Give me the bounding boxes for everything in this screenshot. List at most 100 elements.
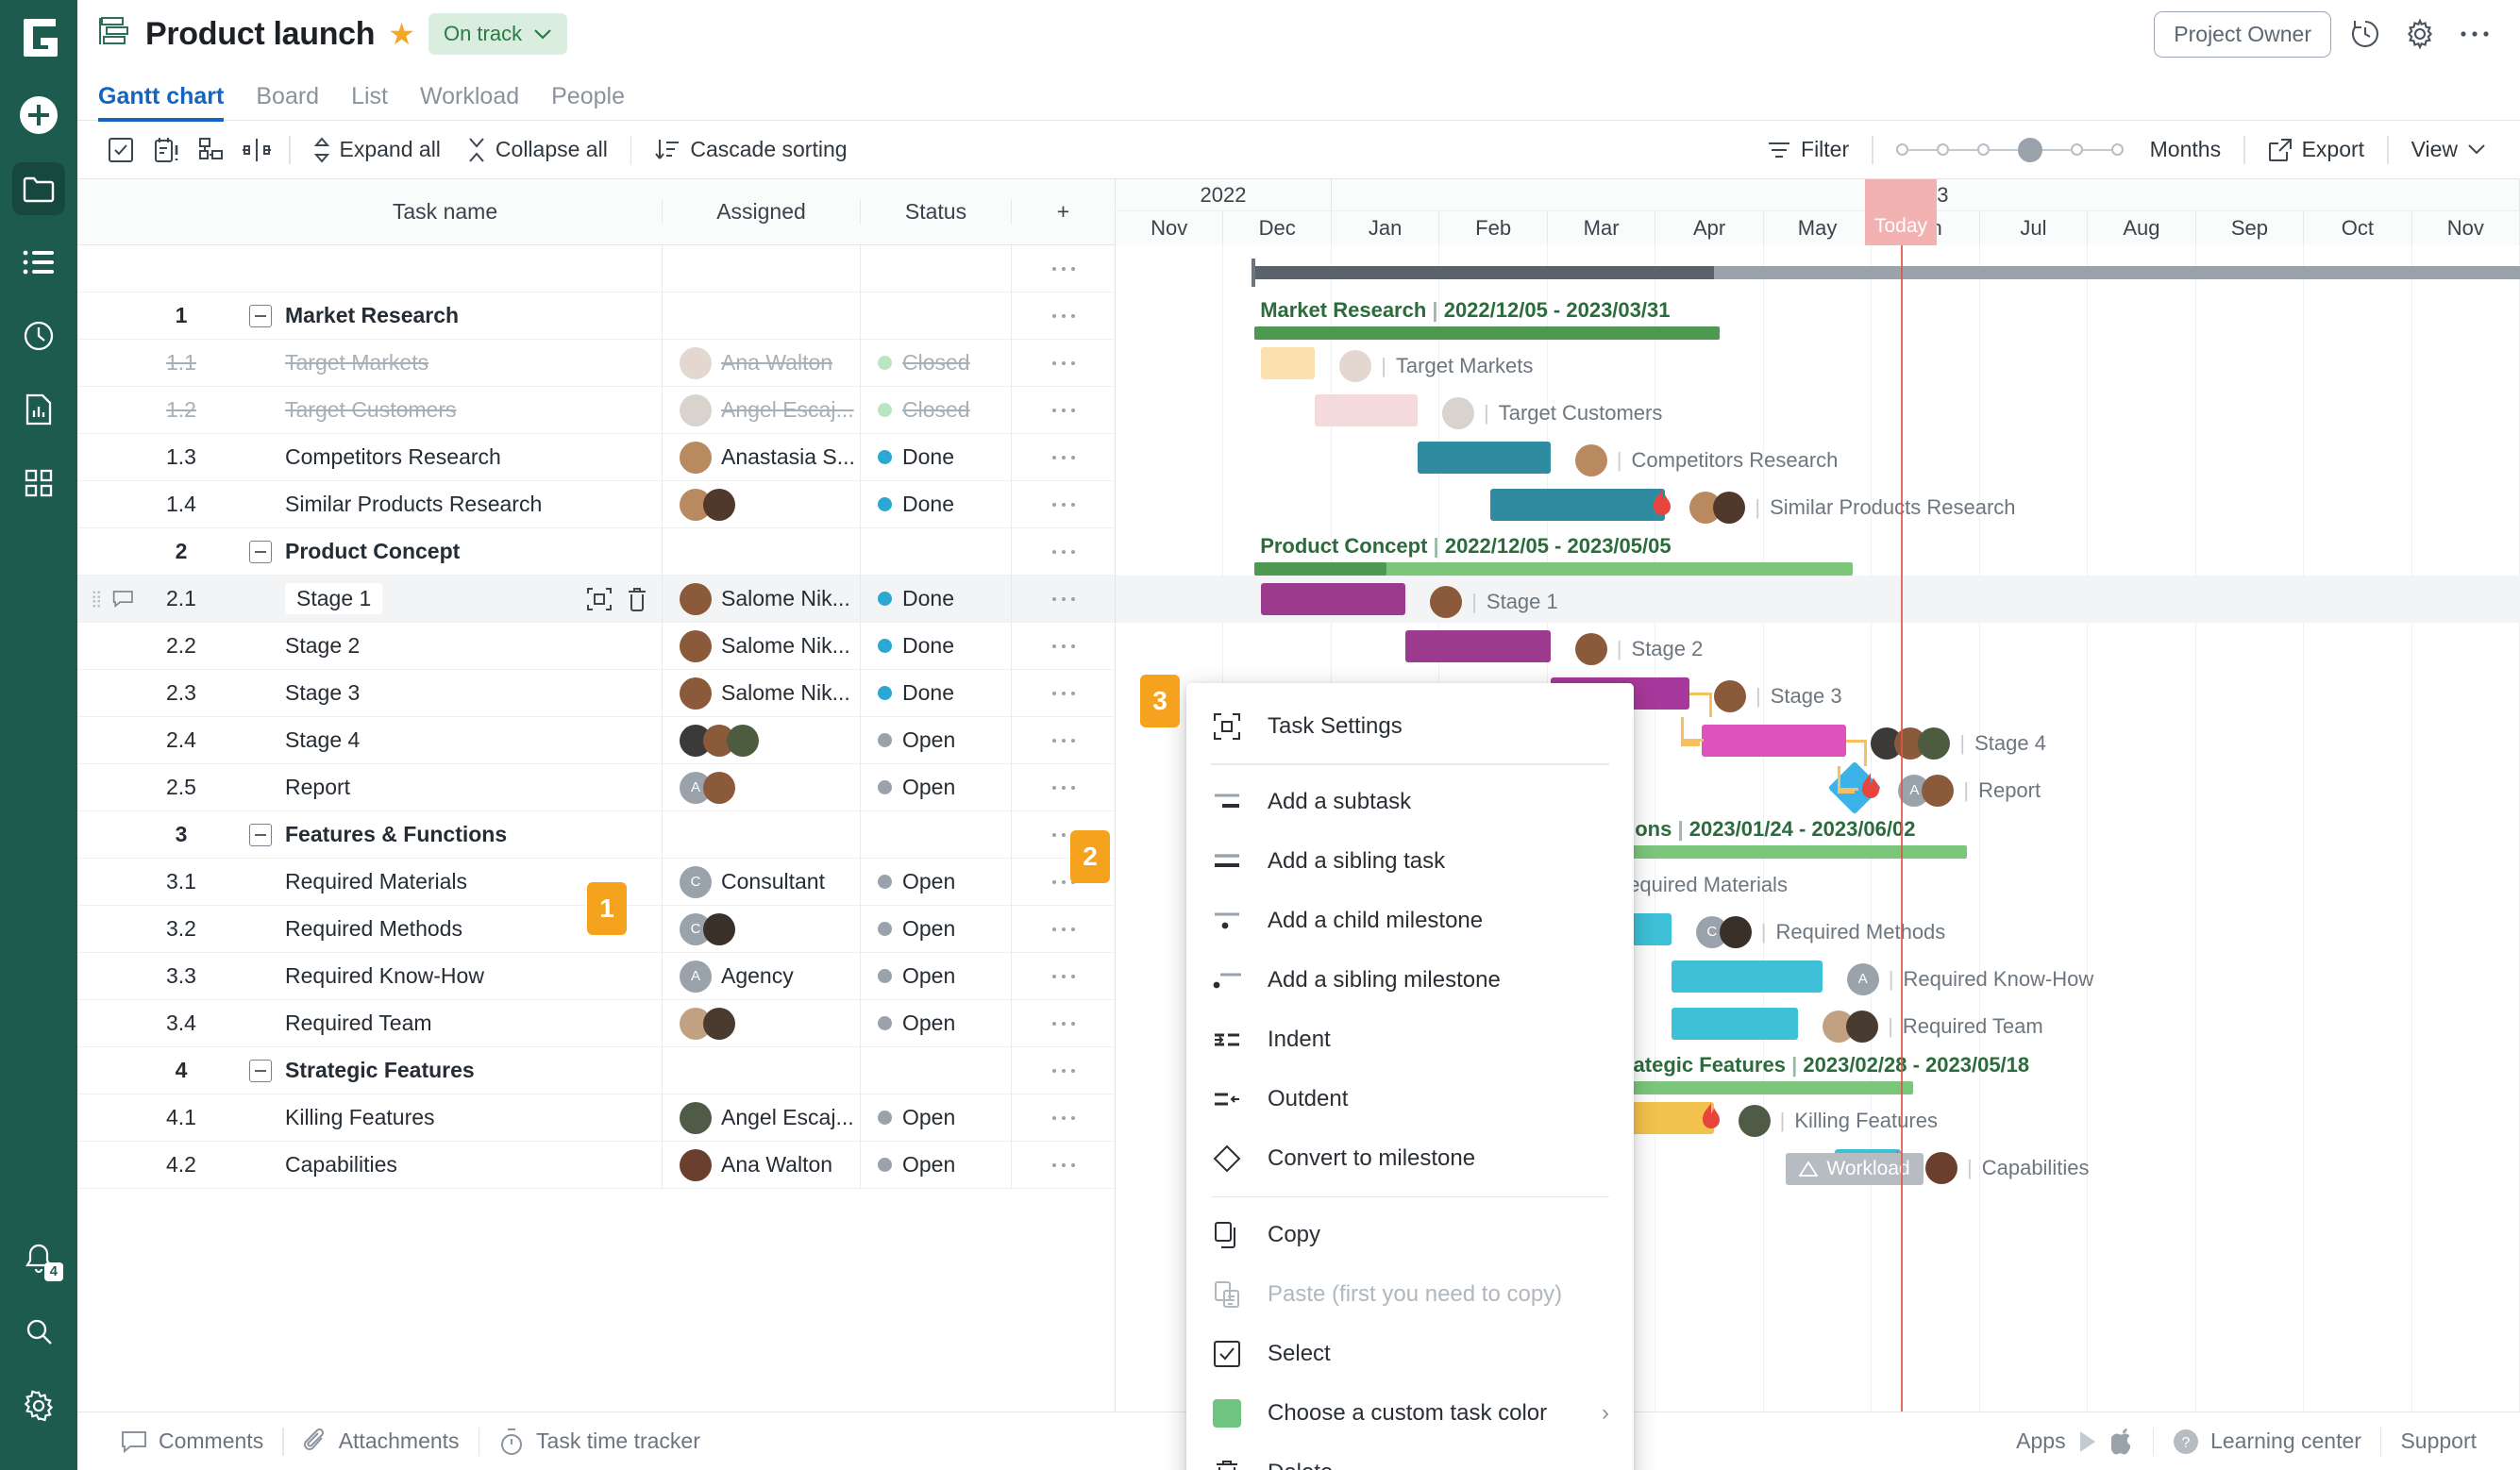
avatar[interactable]: A: [1846, 963, 1879, 995]
chevron-right-icon[interactable]: ›: [1602, 1400, 1609, 1427]
apps-group[interactable]: Apps: [1997, 1428, 2152, 1455]
search-button[interactable]: [12, 1306, 65, 1359]
row-menu-button[interactable]: [1011, 952, 1115, 1000]
table-row[interactable]: 4.2 Capabilities Ana Walton Open: [77, 1141, 1115, 1189]
avatar[interactable]: C: [680, 865, 712, 898]
star-icon[interactable]: ★: [388, 19, 415, 49]
task-name-cell[interactable]: Target Customers: [228, 397, 662, 423]
table-row[interactable]: 1.1 Target Markets Ana Walton Closed: [77, 339, 1115, 387]
collapse-toggle-icon[interactable]: [249, 304, 272, 327]
table-row[interactable]: 1.2 Target Customers Angel Escaj... Closed: [77, 386, 1115, 434]
status-cell[interactable]: Open: [860, 905, 1011, 953]
tab-people[interactable]: People: [551, 83, 625, 120]
row-menu-button[interactable]: [1011, 527, 1115, 576]
ellipsis-icon[interactable]: [2454, 13, 2495, 55]
expand-all-button[interactable]: Expand all: [300, 136, 454, 163]
collapse-toggle-icon[interactable]: [249, 1059, 272, 1082]
avatar[interactable]: [680, 393, 712, 426]
assigned-cell[interactable]: [662, 999, 860, 1047]
col-assigned[interactable]: Assigned: [662, 199, 860, 225]
comments-button[interactable]: Comments: [102, 1428, 282, 1454]
task-name-cell[interactable]: Stage 1: [228, 583, 662, 614]
assigned-cell[interactable]: Anastasia S...: [662, 433, 860, 481]
avatar[interactable]: [1430, 586, 1463, 618]
gantt-task-bar[interactable]: [1405, 630, 1551, 662]
tab-list[interactable]: List: [351, 83, 388, 120]
avatar[interactable]: [1846, 1011, 1879, 1043]
assigned-cell[interactable]: Angel Escaj...: [662, 1094, 860, 1142]
status-cell[interactable]: Done: [860, 622, 1011, 670]
row-menu-button[interactable]: [1011, 244, 1115, 292]
status-cell[interactable]: Done: [860, 480, 1011, 528]
support-button[interactable]: Support: [2381, 1428, 2495, 1454]
status-cell[interactable]: [860, 810, 1011, 859]
assigned-cell[interactable]: Ana Walton: [662, 1141, 860, 1189]
assigned-cell[interactable]: Salome Nik...: [662, 622, 860, 670]
gantt-summary-bar[interactable]: [1599, 1081, 1913, 1094]
status-badge[interactable]: On track: [428, 13, 568, 55]
avatar[interactable]: [680, 441, 712, 474]
table-row[interactable]: ⣿ 2.1 Stage 1 Salome Nik... Done: [77, 575, 1115, 623]
assigned-cell[interactable]: Salome Nik...: [662, 575, 860, 623]
task-name-cell[interactable]: Stage 3: [228, 680, 662, 706]
assigned-cell[interactable]: Salome Nik...: [662, 669, 860, 717]
filter-button[interactable]: Filter: [1754, 137, 1862, 162]
gantt-task-bar[interactable]: [1260, 583, 1406, 615]
status-cell[interactable]: [860, 292, 1011, 340]
assigned-cell[interactable]: [662, 527, 860, 576]
avatar[interactable]: [1719, 916, 1752, 948]
task-name-cell[interactable]: Features & Functions: [228, 822, 662, 847]
gantt-task-bar[interactable]: [1418, 442, 1551, 474]
row-menu-button[interactable]: [1011, 480, 1115, 528]
assigned-cell[interactable]: A: [662, 763, 860, 811]
hierarchy-icon[interactable]: [189, 127, 234, 173]
context-menu-item-indent[interactable]: Indent: [1186, 1011, 1634, 1070]
status-cell[interactable]: Done: [860, 575, 1011, 623]
row-menu-button[interactable]: [1011, 905, 1115, 953]
context-menu-item-select[interactable]: Select: [1186, 1324, 1634, 1383]
status-cell[interactable]: [860, 1046, 1011, 1094]
avatar[interactable]: [680, 346, 712, 379]
table-row[interactable]: 3 Features & Functions: [77, 810, 1115, 859]
sidebar-item-projects[interactable]: [12, 162, 65, 215]
context-menu-item-add-a-subtask[interactable]: Add a subtask: [1186, 773, 1634, 832]
table-row[interactable]: 3.4 Required Team Open: [77, 999, 1115, 1047]
attachments-button[interactable]: Attachments: [284, 1428, 479, 1455]
drag-dots[interactable]: ⣿: [91, 591, 103, 607]
table-row[interactable]: 2.4 Stage 4 Open: [77, 716, 1115, 764]
avatar[interactable]: [680, 582, 712, 615]
gantt-task-bar[interactable]: [1671, 961, 1823, 993]
zoom-step-1[interactable]: [1936, 143, 1949, 156]
gantt-task-bar[interactable]: [1315, 394, 1418, 426]
tab-workload[interactable]: Workload: [420, 83, 519, 120]
avatar[interactable]: [1339, 350, 1372, 382]
status-cell[interactable]: Open: [860, 858, 1011, 906]
context-menu-item-add-a-sibling-milestone[interactable]: Add a sibling milestone: [1186, 951, 1634, 1011]
task-name-label[interactable]: Stage 1: [285, 583, 383, 614]
zoom-step-0[interactable]: [1895, 143, 1908, 156]
table-row[interactable]: 4 Strategic Features: [77, 1046, 1115, 1094]
avatar[interactable]: [703, 1007, 735, 1040]
avatar[interactable]: [680, 1148, 712, 1181]
status-cell[interactable]: [860, 244, 1011, 292]
gantt-scrollbar-thumb[interactable]: [1254, 266, 1714, 279]
gantt-task-bar[interactable]: [1671, 1008, 1799, 1040]
task-name-cell[interactable]: Stage 4: [228, 727, 662, 753]
view-button[interactable]: View: [2398, 137, 2499, 162]
assigned-cell[interactable]: [662, 1046, 860, 1094]
gantt-summary-bar[interactable]: [1254, 326, 1720, 340]
assigned-cell[interactable]: Ana Walton: [662, 339, 860, 387]
gantt-summary-bar[interactable]: [1254, 562, 1853, 576]
task-name-cell[interactable]: Product Concept: [228, 539, 662, 564]
add-column-button[interactable]: +: [1011, 199, 1115, 225]
status-cell[interactable]: Open: [860, 952, 1011, 1000]
context-menu-item-copy[interactable]: Copy: [1186, 1205, 1634, 1264]
row-menu-button[interactable]: [1011, 716, 1115, 764]
row-menu-button[interactable]: [1011, 763, 1115, 811]
avatar[interactable]: [680, 677, 712, 710]
table-row[interactable]: 1.4 Similar Products Research Done: [77, 480, 1115, 528]
row-menu-button[interactable]: [1011, 386, 1115, 434]
collapse-toggle-icon[interactable]: [249, 540, 272, 563]
status-cell[interactable]: Open: [860, 999, 1011, 1047]
assigned-cell[interactable]: [662, 810, 860, 859]
